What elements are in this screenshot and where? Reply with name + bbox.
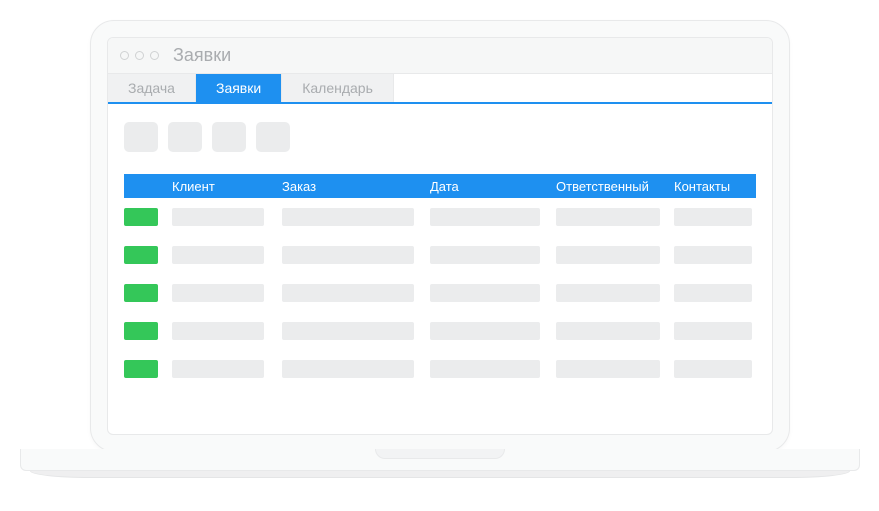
column-date[interactable]: Дата <box>430 179 556 194</box>
cell-client <box>172 284 264 302</box>
tab-label: Заявки <box>216 80 261 96</box>
cell-responsible <box>556 208 660 226</box>
cell-order <box>282 360 414 378</box>
tab-requests[interactable]: Заявки <box>196 74 282 102</box>
titlebar: Заявки <box>108 38 772 74</box>
tab-bar: Задача Заявки Календарь <box>108 74 772 104</box>
cell-order <box>282 208 414 226</box>
cell-order <box>282 284 414 302</box>
table-row[interactable] <box>124 198 756 236</box>
table-row[interactable] <box>124 350 756 388</box>
status-badge <box>124 322 158 340</box>
table-row[interactable] <box>124 312 756 350</box>
table-header: Клиент Заказ Дата Ответственный Контакты <box>124 174 756 198</box>
cell-date <box>430 322 540 340</box>
status-badge <box>124 246 158 264</box>
toolbar-button-2[interactable] <box>168 122 202 152</box>
table-row[interactable] <box>124 236 756 274</box>
close-icon[interactable] <box>120 51 129 60</box>
laptop-base-bottom <box>30 471 850 478</box>
cell-order <box>282 246 414 264</box>
toolbar <box>124 122 756 152</box>
cell-date <box>430 208 540 226</box>
column-client[interactable]: Клиент <box>172 179 282 194</box>
minimize-icon[interactable] <box>135 51 144 60</box>
laptop-base-top <box>20 449 860 471</box>
column-contacts[interactable]: Контакты <box>674 179 760 194</box>
table-row[interactable] <box>124 274 756 312</box>
column-responsible[interactable]: Ответственный <box>556 179 674 194</box>
cell-contacts <box>674 322 752 340</box>
tab-task[interactable]: Задача <box>108 74 196 102</box>
content-area: Клиент Заказ Дата Ответственный Контакты <box>108 104 772 434</box>
laptop-notch <box>375 449 505 459</box>
column-order[interactable]: Заказ <box>282 179 430 194</box>
window-title: Заявки <box>173 45 231 66</box>
maximize-icon[interactable] <box>150 51 159 60</box>
tab-label: Календарь <box>302 80 373 96</box>
cell-order <box>282 322 414 340</box>
cell-contacts <box>674 284 752 302</box>
status-badge <box>124 360 158 378</box>
cell-contacts <box>674 360 752 378</box>
requests-table: Клиент Заказ Дата Ответственный Контакты <box>124 174 756 426</box>
laptop-frame: Заявки Задача Заявки Календарь <box>90 20 790 452</box>
cell-contacts <box>674 208 752 226</box>
cell-client <box>172 322 264 340</box>
cell-responsible <box>556 360 660 378</box>
tab-label: Задача <box>128 80 175 96</box>
window-controls[interactable] <box>120 51 159 60</box>
cell-responsible <box>556 284 660 302</box>
app-window: Заявки Задача Заявки Календарь <box>107 37 773 435</box>
cell-date <box>430 246 540 264</box>
status-badge <box>124 284 158 302</box>
cell-client <box>172 208 264 226</box>
status-badge <box>124 208 158 226</box>
toolbar-button-1[interactable] <box>124 122 158 152</box>
cell-responsible <box>556 246 660 264</box>
toolbar-button-3[interactable] <box>212 122 246 152</box>
cell-client <box>172 360 264 378</box>
cell-date <box>430 284 540 302</box>
table-body <box>124 198 756 388</box>
tab-calendar[interactable]: Календарь <box>282 74 394 102</box>
cell-responsible <box>556 322 660 340</box>
laptop-base <box>20 449 860 479</box>
toolbar-button-4[interactable] <box>256 122 290 152</box>
cell-date <box>430 360 540 378</box>
cell-contacts <box>674 246 752 264</box>
cell-client <box>172 246 264 264</box>
